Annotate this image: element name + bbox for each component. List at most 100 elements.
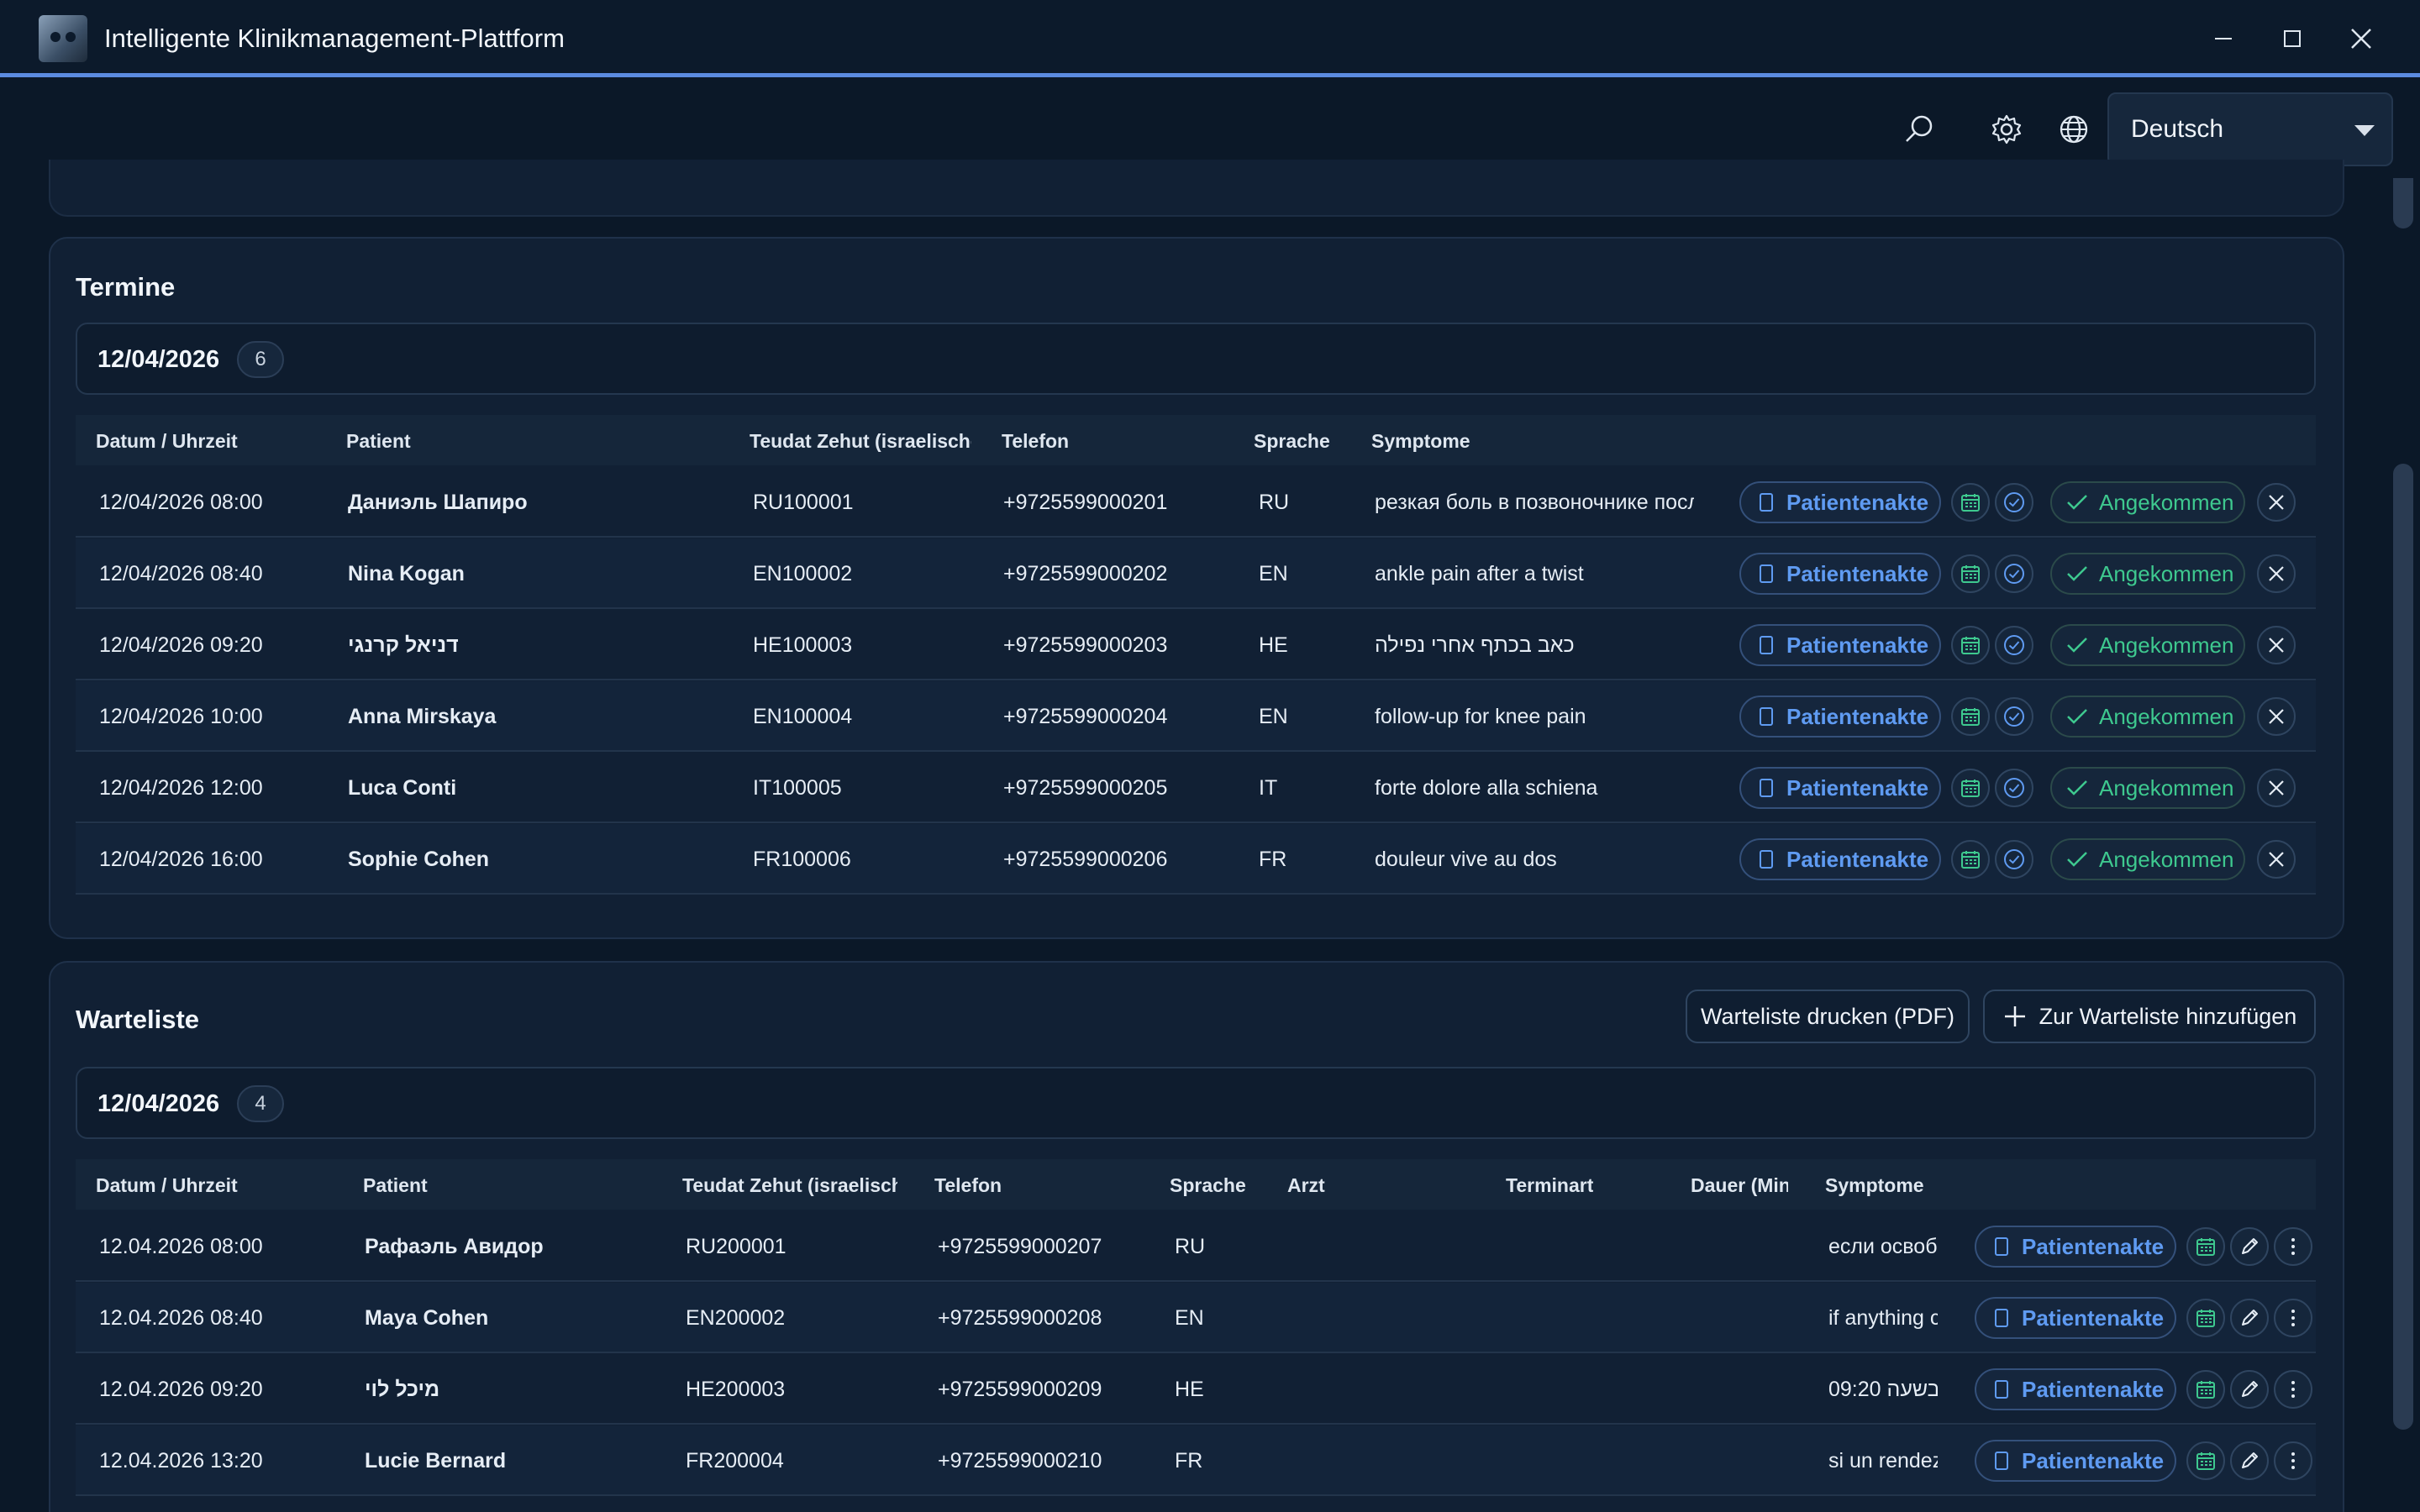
check-circle-icon[interactable]	[1995, 626, 2033, 664]
calendar-icon[interactable]	[1951, 626, 1990, 664]
table-row[interactable]: 12.04.2026 08:00 Рафаэль Авидор RU200001 +9…	[76, 1211, 2316, 1282]
patient-record-button[interactable]: Patientenakte	[1975, 1297, 2176, 1339]
cancel-icon[interactable]	[2257, 697, 2296, 736]
cancel-icon[interactable]	[2257, 769, 2296, 807]
patient-record-button[interactable]: Patientenakte	[1975, 1368, 2176, 1410]
check-circle-icon[interactable]	[1995, 483, 2033, 522]
cell-language: HE	[1175, 1378, 1204, 1401]
search-icon[interactable]	[1899, 109, 1939, 150]
cell-language: EN	[1259, 562, 1288, 585]
cell-patient: Anna Mirskaya	[348, 705, 497, 728]
scrollbar-thumb[interactable]	[2393, 464, 2413, 1430]
calendar-icon[interactable]	[2186, 1227, 2225, 1266]
cell-datetime: 12/04/2026 12:00	[99, 776, 263, 800]
cell-language: IT	[1259, 776, 1278, 800]
appointments-date-group[interactable]: 12/04/2026 6	[76, 323, 2316, 395]
print-waitlist-button[interactable]: Warteliste drucken (PDF)	[1686, 990, 1970, 1043]
more-icon[interactable]	[2274, 1299, 2312, 1337]
cell-teudat-zehut: IT100005	[753, 776, 842, 800]
table-row[interactable]: 12/04/2026 08:00 Даниэль Шапиро RU100001 +9…	[76, 467, 2316, 538]
cancel-icon[interactable]	[2257, 554, 2296, 593]
calendar-icon[interactable]	[1951, 840, 1990, 879]
table-row[interactable]: 12/04/2026 12:00 Luca Conti IT100005 +97255…	[76, 753, 2316, 823]
cell-teudat-zehut: HE200003	[686, 1378, 786, 1401]
cell-phone: +9725599000202	[1003, 562, 1168, 585]
table-row[interactable]: 12.04.2026 09:20 מיכל לוי HE200003 +9725599…	[76, 1354, 2316, 1425]
gear-icon[interactable]	[1986, 109, 2027, 150]
check-circle-icon[interactable]	[1995, 840, 2033, 879]
patient-record-label: Patientenakte	[1786, 489, 1929, 515]
cell-phone: +9725599000203	[1003, 633, 1168, 657]
table-row[interactable]: 12.04.2026 08:40 Maya Cohen EN200002 +97255…	[76, 1283, 2316, 1353]
table-row[interactable]: 12/04/2026 10:00 Anna Mirskaya EN100004 +97…	[76, 681, 2316, 752]
calendar-icon[interactable]	[1951, 554, 1990, 593]
cell-teudat-zehut: EN100004	[753, 705, 853, 728]
patient-record-label: Patientenakte	[1786, 632, 1929, 658]
edit-icon[interactable]	[2230, 1441, 2269, 1480]
cell-language: RU	[1259, 491, 1290, 514]
table-row[interactable]: 12/04/2026 08:40 Nina Kogan EN100002 +97255…	[76, 538, 2316, 609]
patient-record-button[interactable]: Patientenakte	[1739, 624, 1941, 666]
patient-record-button[interactable]: Patientenakte	[1739, 838, 1941, 880]
table-row[interactable]: 12/04/2026 09:20 דניאל קרנגי HE100003 +9725…	[76, 610, 2316, 680]
cell-datetime: 12/04/2026 10:00	[99, 705, 263, 728]
more-icon[interactable]	[2274, 1441, 2312, 1480]
cell-datetime: 12/04/2026 09:20	[99, 633, 263, 657]
maximize-button[interactable]	[2272, 18, 2312, 59]
check-circle-icon[interactable]	[1995, 697, 2033, 736]
minimize-button[interactable]	[2203, 18, 2244, 59]
edit-icon[interactable]	[2230, 1370, 2269, 1409]
cell-symptoms: if anything c	[1828, 1306, 1938, 1330]
cell-symptoms: follow-up for knee pain	[1375, 705, 1586, 728]
arrived-button[interactable]: Angekommen	[2050, 696, 2245, 738]
document-icon	[1760, 707, 1773, 726]
edit-icon[interactable]	[2230, 1227, 2269, 1266]
more-icon[interactable]	[2274, 1227, 2312, 1266]
calendar-icon[interactable]	[2186, 1441, 2225, 1480]
cancel-icon[interactable]	[2257, 483, 2296, 522]
patient-record-button[interactable]: Patientenakte	[1739, 553, 1941, 595]
appointments-title: Termine	[76, 272, 176, 302]
arrived-button[interactable]: Angekommen	[2050, 838, 2245, 880]
title-accent-line	[0, 73, 2420, 77]
calendar-icon[interactable]	[2186, 1370, 2225, 1409]
cancel-icon[interactable]	[2257, 840, 2296, 879]
arrived-label: Angekommen	[2099, 846, 2234, 872]
add-to-waitlist-button[interactable]: Zur Warteliste hinzufügen	[1983, 990, 2316, 1043]
col-datetime: Datum / Uhrzeit	[96, 430, 238, 452]
check-circle-icon[interactable]	[1995, 554, 2033, 593]
calendar-icon[interactable]	[2186, 1299, 2225, 1337]
cell-datetime: 12.04.2026 13:20	[99, 1449, 263, 1473]
edit-icon[interactable]	[2230, 1299, 2269, 1337]
cell-phone: +9725599000208	[938, 1306, 1102, 1330]
more-icon[interactable]	[2274, 1370, 2312, 1409]
calendar-icon[interactable]	[1951, 769, 1990, 807]
check-circle-icon[interactable]	[1995, 769, 2033, 807]
patient-record-button[interactable]: Patientenakte	[1975, 1226, 2176, 1268]
cell-patient: מיכל לוי	[365, 1378, 440, 1401]
document-icon	[1760, 564, 1773, 583]
arrived-button[interactable]: Angekommen	[2050, 553, 2245, 595]
calendar-icon[interactable]	[1951, 483, 1990, 522]
table-row[interactable]: 12/04/2026 16:00 Sophie Cohen FR100006 +972…	[76, 824, 2316, 895]
close-window-button[interactable]	[2341, 18, 2381, 59]
patient-record-button[interactable]: Patientenakte	[1739, 481, 1941, 523]
language-select[interactable]: Deutsch	[2107, 92, 2393, 166]
globe-icon[interactable]	[2054, 109, 2094, 150]
table-row[interactable]: 12.04.2026 13:20 Lucie Bernard FR200004 +97…	[76, 1425, 2316, 1496]
cell-symptoms: si un rendez	[1828, 1449, 1938, 1473]
cell-symptoms: כאב בכתף אחרי נפילה	[1375, 633, 1575, 657]
arrived-button[interactable]: Angekommen	[2050, 767, 2245, 809]
waitlist-date: 12/04/2026	[97, 1090, 220, 1117]
calendar-icon[interactable]	[1951, 697, 1990, 736]
cell-symptoms: резкая боль в позвоночнике после	[1375, 491, 1694, 514]
waitlist-date-group[interactable]: 12/04/2026 4	[76, 1067, 2316, 1139]
arrived-button[interactable]: Angekommen	[2050, 481, 2245, 523]
cancel-icon[interactable]	[2257, 626, 2296, 664]
patient-record-button[interactable]: Patientenakte	[1975, 1440, 2176, 1482]
add-to-waitlist-label: Zur Warteliste hinzufügen	[2039, 1003, 2297, 1029]
arrived-button[interactable]: Angekommen	[2050, 624, 2245, 666]
patient-record-button[interactable]: Patientenakte	[1739, 767, 1941, 809]
patient-record-button[interactable]: Patientenakte	[1739, 696, 1941, 738]
cell-teudat-zehut: FR100006	[753, 848, 851, 871]
